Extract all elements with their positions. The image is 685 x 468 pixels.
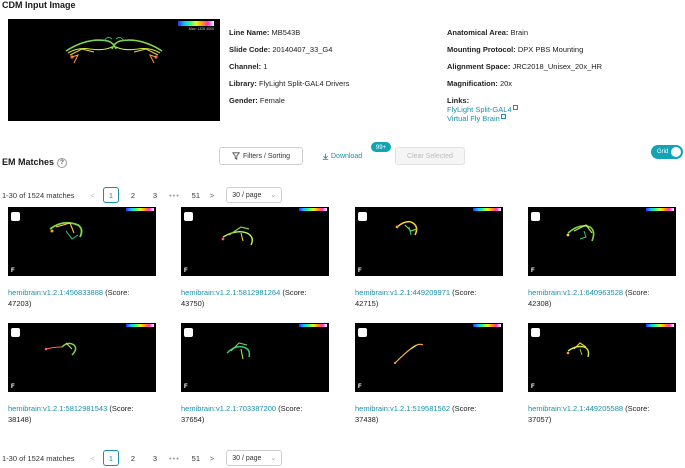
- meta-channel: Channel: 1: [229, 62, 268, 71]
- page-3-button[interactable]: 3: [147, 450, 163, 466]
- chevron-down-icon: ⌄: [270, 192, 277, 199]
- pagination-total: 1-30 of 1524 matches: [2, 453, 75, 463]
- grid-toggle[interactable]: Grid: [651, 145, 683, 159]
- result-thumbnail[interactable]: F: [181, 207, 329, 276]
- flag-label: F: [358, 384, 362, 390]
- pagination-top: 1-30 of 1524 matches < 1 2 3 ••• 51 > 30…: [2, 186, 283, 204]
- page-3-button[interactable]: 3: [147, 187, 163, 203]
- result-card[interactable]: F hemibrain:v1.2.1:703387200 (Score: 3765…: [181, 323, 329, 425]
- chevron-down-icon: ⌄: [270, 455, 277, 462]
- page-51-button[interactable]: 51: [188, 450, 204, 466]
- prev-page-button[interactable]: <: [91, 191, 95, 200]
- flag-label: F: [184, 384, 188, 390]
- page-1-button[interactable]: 1: [102, 450, 119, 466]
- result-caption: hemibrain:v1.2.1:703387200 (Score: 37654): [181, 404, 303, 424]
- meta-gender: Gender: Female: [229, 96, 285, 105]
- meta-anatomical-area: Anatomical Area: Brain: [447, 28, 529, 37]
- download-button[interactable]: Download: [322, 149, 362, 163]
- meta-slide-code: Slide Code: 20140407_33_G4: [229, 45, 333, 54]
- page-2-button[interactable]: 2: [125, 187, 141, 203]
- result-thumbnail[interactable]: F: [8, 323, 156, 392]
- download-icon: [322, 153, 329, 160]
- meta-mounting-protocol: Mounting Protocol: DPX PBS Mounting: [447, 45, 584, 54]
- pagination-total: 1-30 of 1524 matches: [2, 190, 75, 200]
- neuron-image: [44, 342, 77, 356]
- next-page-button[interactable]: >: [210, 454, 214, 463]
- flag-label: F: [11, 384, 15, 390]
- pagination-ellipsis[interactable]: •••: [169, 191, 180, 200]
- download-count-badge: 99+: [370, 141, 392, 153]
- result-link[interactable]: hemibrain:v1.2.1:703387200: [181, 404, 276, 413]
- meta-line-name: Line Name: MB543B: [229, 28, 301, 37]
- em-toolbar: EM Matches? Filters / Sorting Download 9…: [0, 141, 685, 168]
- filters-sorting-button[interactable]: Filters / Sorting: [219, 147, 303, 165]
- meta-links-label: Links:: [447, 96, 470, 105]
- meta-magnification: Magnification: 20x: [447, 79, 513, 88]
- help-icon[interactable]: ?: [57, 158, 68, 168]
- result-caption: hemibrain:v1.2.1:449209971 (Score: 42715): [355, 288, 477, 308]
- flag-label: F: [184, 268, 188, 274]
- page-1-button[interactable]: 1: [102, 187, 119, 203]
- result-card[interactable]: F hemibrain:v1.2.1:449209971 (Score: 4271…: [355, 207, 503, 309]
- result-caption: hemibrain:v1.2.1:640963528 (Score: 42308): [528, 288, 650, 308]
- result-caption: hemibrain:v1.2.1:456833888 (Score: 47203): [8, 288, 130, 308]
- result-caption: hemibrain:v1.2.1:5812981543 (Score: 38148…: [8, 404, 134, 424]
- result-card[interactable]: F hemibrain:v1.2.1:5812981543 (Score: 381…: [8, 323, 156, 425]
- flag-label: F: [531, 384, 535, 390]
- page-2-button[interactable]: 2: [125, 450, 141, 466]
- toggle-knob: [671, 147, 681, 157]
- neuron-image: [566, 224, 595, 242]
- neuron-image: [566, 342, 590, 358]
- filter-icon: [231, 152, 240, 160]
- neuron-image: [49, 221, 83, 240]
- result-card[interactable]: F hemibrain:v1.2.1:449205588 (Score: 3705…: [528, 323, 676, 425]
- result-card[interactable]: F hemibrain:v1.2.1:519581562 (Score: 3743…: [355, 323, 503, 425]
- flag-label: F: [358, 268, 362, 274]
- prev-page-button[interactable]: <: [91, 454, 95, 463]
- result-card[interactable]: F hemibrain:v1.2.1:5812981264 (Score: 437…: [181, 207, 329, 309]
- flag-label: F: [11, 268, 15, 274]
- pagination-ellipsis[interactable]: •••: [169, 454, 180, 463]
- result-thumbnail[interactable]: F: [355, 323, 503, 392]
- result-thumbnail[interactable]: F: [181, 323, 329, 392]
- result-caption: hemibrain:v1.2.1:5812981264 (Score: 43750…: [181, 288, 307, 308]
- pagination-bottom: 1-30 of 1524 matches < 1 2 3 ••• 51 > 30…: [2, 449, 283, 467]
- neuron-image: [221, 226, 254, 246]
- result-card[interactable]: F hemibrain:v1.2.1:640963528 (Score: 4230…: [528, 207, 676, 309]
- result-thumbnail[interactable]: F: [8, 207, 156, 276]
- result-caption: hemibrain:v1.2.1:519581562 (Score: 37438): [355, 404, 477, 424]
- result-link[interactable]: hemibrain:v1.2.1:449205588: [528, 404, 623, 413]
- clear-selected-button[interactable]: Clear Selected: [395, 147, 465, 165]
- result-thumbnail[interactable]: F: [528, 323, 676, 392]
- result-link[interactable]: hemibrain:v1.2.1:449209971: [355, 288, 450, 297]
- result-card[interactable]: F hemibrain:v1.2.1:456833888 (Score: 4720…: [8, 207, 156, 309]
- flag-label: F: [531, 268, 535, 274]
- result-link[interactable]: hemibrain:v1.2.1:519581562: [355, 404, 450, 413]
- neuron-image: [393, 343, 424, 365]
- link-virtual-fly-brain[interactable]: Virtual Fly Brain: [447, 114, 506, 123]
- cdm-section-title: CDM Input Image: [2, 0, 76, 10]
- link-flylight[interactable]: FlyLight Split-GAL4: [447, 105, 518, 114]
- cdm-input-image: Max: 1326 4000: [8, 19, 220, 121]
- result-link[interactable]: hemibrain:v1.2.1:5812981543: [8, 404, 107, 413]
- page-51-button[interactable]: 51: [188, 187, 204, 203]
- result-caption: hemibrain:v1.2.1:449205588 (Score: 37057): [528, 404, 650, 424]
- meta-library: Library: FlyLight Split-GAL4 Drivers: [229, 79, 350, 88]
- neuron-image: [395, 220, 418, 236]
- neuron-image: [65, 36, 163, 64]
- result-link[interactable]: hemibrain:v1.2.1:456833888: [8, 288, 103, 297]
- result-thumbnail[interactable]: F: [528, 207, 676, 276]
- external-link-icon: [512, 105, 518, 110]
- result-link[interactable]: hemibrain:v1.2.1:640963528: [528, 288, 623, 297]
- result-link[interactable]: hemibrain:v1.2.1:5812981264: [181, 288, 280, 297]
- meta-alignment-space: Alignment Space: JRC2018_Unisex_20x_HR: [447, 62, 603, 71]
- page-size-select[interactable]: 30 / page ⌄: [226, 187, 283, 203]
- result-thumbnail[interactable]: F: [355, 207, 503, 276]
- em-matches-title: EM Matches?: [2, 157, 68, 168]
- external-link-icon: [500, 114, 506, 119]
- page-size-select[interactable]: 30 / page ⌄: [226, 450, 283, 466]
- neuron-image: [226, 342, 251, 360]
- next-page-button[interactable]: >: [210, 191, 214, 200]
